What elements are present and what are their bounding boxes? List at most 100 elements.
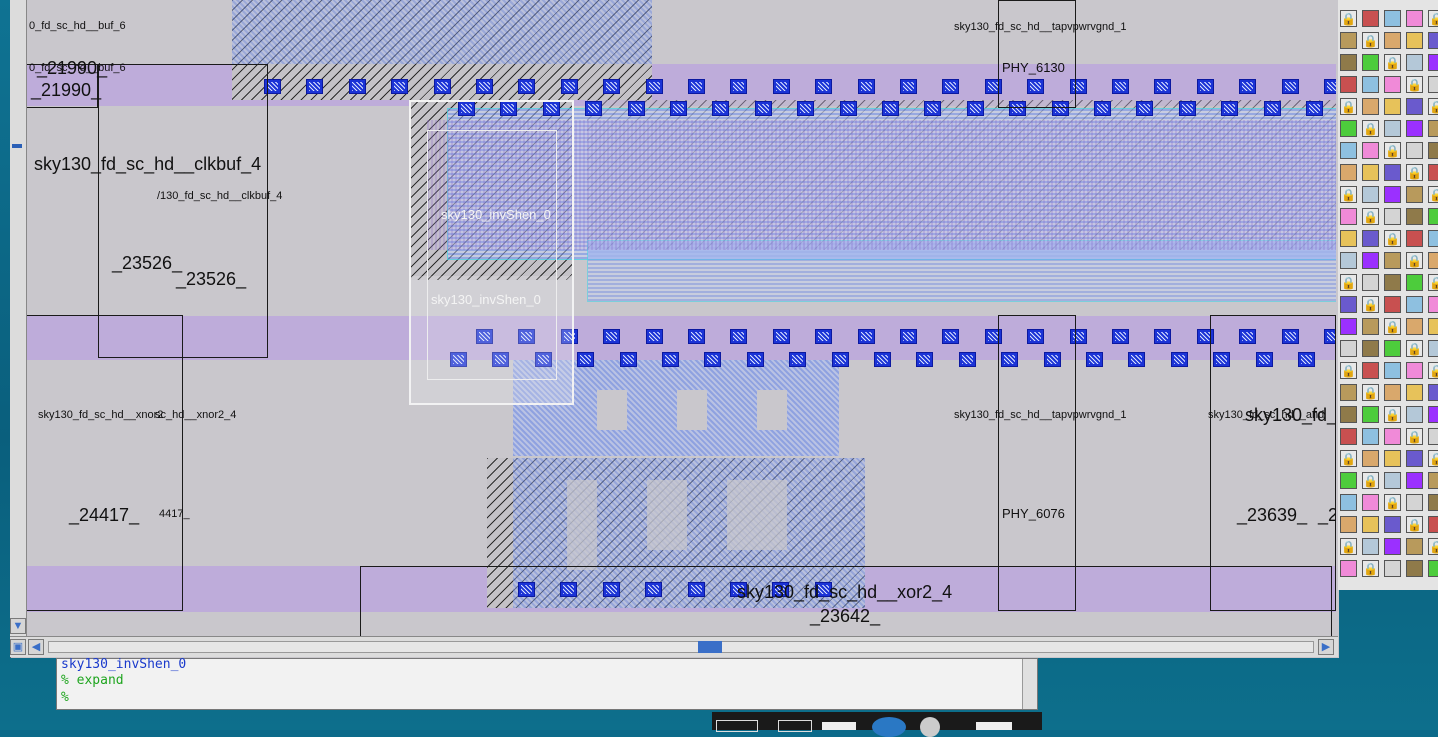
lock-icon[interactable]: 🔒 [1384,142,1401,159]
layer-swatch[interactable] [1340,76,1357,93]
lock-icon[interactable]: 🔒 [1362,32,1379,49]
layer-swatch[interactable] [1406,450,1423,467]
layer-swatch[interactable] [1362,340,1379,357]
layer-swatch[interactable] [1428,384,1438,401]
arrow-down-icon[interactable]: ▼ [10,618,26,634]
layer-swatch[interactable] [1406,362,1423,379]
layer-swatch[interactable] [1384,76,1401,93]
layer-swatch[interactable] [1406,274,1423,291]
layer-swatch[interactable] [1384,362,1401,379]
layer-swatch[interactable] [1340,406,1357,423]
layer-swatch[interactable] [1428,318,1438,335]
layer-swatch[interactable] [1406,142,1423,159]
layer-swatch[interactable] [1428,428,1438,445]
layer-swatch[interactable] [1362,538,1379,555]
layer-swatch[interactable] [1406,560,1423,577]
lock-icon[interactable]: 🔒 [1428,450,1438,467]
layer-swatch[interactable] [1428,164,1438,181]
layer-swatch[interactable] [1428,120,1438,137]
layer-swatch[interactable] [1428,472,1438,489]
layer-swatch[interactable] [1406,538,1423,555]
vscroll-thumb[interactable] [12,144,22,148]
layer-swatch[interactable] [1340,296,1357,313]
layer-swatch[interactable] [1428,76,1438,93]
layer-swatch[interactable] [1340,252,1357,269]
vertical-scrollbar[interactable]: ▼ [10,0,27,636]
layer-swatch[interactable] [1406,208,1423,225]
layer-swatch[interactable] [1362,318,1379,335]
lock-icon[interactable]: 🔒 [1340,538,1357,555]
lock-icon[interactable]: 🔒 [1340,362,1357,379]
layer-swatch[interactable] [1362,164,1379,181]
layer-swatch[interactable] [1362,98,1379,115]
layer-swatch[interactable] [1340,472,1357,489]
lock-icon[interactable]: 🔒 [1406,516,1423,533]
layer-swatch[interactable] [1428,32,1438,49]
layer-swatch[interactable] [1384,560,1401,577]
layer-swatch[interactable] [1340,120,1357,137]
layer-swatch[interactable] [1362,274,1379,291]
layer-swatch[interactable] [1406,406,1423,423]
layer-swatch[interactable] [1428,252,1438,269]
layer-swatch[interactable] [1362,54,1379,71]
layer-swatch[interactable] [1384,384,1401,401]
layer-swatch[interactable] [1340,208,1357,225]
arrow-left-icon[interactable]: ◀ [28,639,44,655]
hscroll-track[interactable] [48,641,1314,653]
layout-canvas[interactable]: 0_fd_sc_hd__buf_6 0_fd_sc_hd__buf_6 _219… [27,0,1336,636]
layer-swatch[interactable] [1428,560,1438,577]
cell-box-xnor2[interactable] [27,315,183,611]
folder-icon[interactable] [822,722,856,730]
layer-swatch[interactable] [1384,296,1401,313]
layer-swatch[interactable] [1428,340,1438,357]
lock-icon[interactable]: 🔒 [1362,384,1379,401]
layer-swatch[interactable] [1340,516,1357,533]
layer-swatch[interactable] [1384,10,1401,27]
layer-swatch[interactable] [1406,318,1423,335]
layer-swatch[interactable] [1428,54,1438,71]
layer-swatch[interactable] [1384,450,1401,467]
layer-swatch[interactable] [1428,208,1438,225]
layer-swatch[interactable] [1362,230,1379,247]
layer-swatch[interactable] [1340,428,1357,445]
layer-swatch[interactable] [1406,54,1423,71]
layer-swatch[interactable] [1428,296,1438,313]
zoom-box-icon[interactable]: ▣ [10,639,26,655]
layer-swatch[interactable] [1384,120,1401,137]
layer-swatch[interactable] [1362,186,1379,203]
layer-swatch[interactable] [1406,120,1423,137]
layer-swatch[interactable] [1340,164,1357,181]
layer-swatch[interactable] [1340,318,1357,335]
lock-icon[interactable]: 🔒 [1340,186,1357,203]
command-console[interactable]: sky130_invShen_0 % expand % [56,657,1038,710]
globe-icon[interactable] [872,717,906,737]
taskbar-window-icon[interactable] [716,720,758,732]
layer-swatch[interactable] [1406,10,1423,27]
layer-swatch[interactable] [1384,208,1401,225]
layer-swatch[interactable] [1406,230,1423,247]
layer-swatch[interactable] [1362,362,1379,379]
lock-icon[interactable]: 🔒 [1428,10,1438,27]
lock-icon[interactable]: 🔒 [1362,120,1379,137]
layer-swatch[interactable] [1340,230,1357,247]
lock-icon[interactable]: 🔒 [1340,10,1357,27]
layer-swatch[interactable] [1384,472,1401,489]
layer-swatch[interactable] [1362,252,1379,269]
layer-swatch[interactable] [1340,32,1357,49]
cell-box-phy6130[interactable] [998,0,1076,108]
lock-icon[interactable]: 🔒 [1384,406,1401,423]
layer-swatch[interactable] [1340,384,1357,401]
layer-swatch[interactable] [1406,494,1423,511]
lock-icon[interactable]: 🔒 [1384,318,1401,335]
lock-icon[interactable]: 🔒 [1362,472,1379,489]
layer-swatch[interactable] [1362,450,1379,467]
layer-swatch[interactable] [1340,560,1357,577]
layer-swatch[interactable] [1340,494,1357,511]
layer-swatch[interactable] [1362,428,1379,445]
lock-icon[interactable]: 🔒 [1428,186,1438,203]
disc-icon[interactable] [920,717,940,737]
terminal-icon[interactable] [778,720,812,732]
lock-icon[interactable]: 🔒 [1340,274,1357,291]
layer-swatch[interactable] [1406,472,1423,489]
lock-icon[interactable]: 🔒 [1406,340,1423,357]
